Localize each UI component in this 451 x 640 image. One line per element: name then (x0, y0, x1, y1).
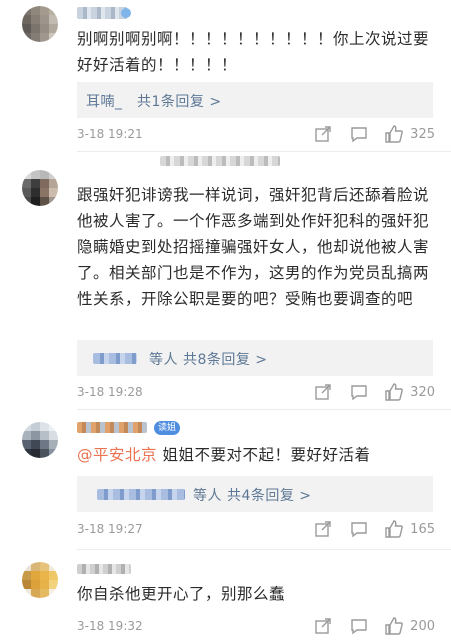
avatar[interactable] (22, 562, 58, 598)
comment-3: 读姐 @平安北京 姐姐不要对不起！要好好活着 等人 共4条回复 > 3-18 1… (0, 410, 451, 550)
comment-meta: 3-18 19:21 325 (77, 124, 435, 146)
reply-box[interactable]: 耳喃_ 共1条回复 > (77, 82, 433, 118)
comment-text: 别啊别啊别啊！！！！！！！！！！你上次说过要好好活着的！！！！！ (77, 30, 430, 74)
like-icon[interactable] (384, 124, 404, 144)
reply-count[interactable]: 共1条回复 > (137, 91, 222, 111)
username[interactable] (77, 7, 127, 19)
comment-icon[interactable] (349, 124, 369, 144)
comment-icon[interactable] (349, 382, 369, 402)
mention-link[interactable]: @平安北京 (77, 446, 157, 464)
comment-2: 跟强奸犯诽谤我一样说词，强奸犯背后还舔着脸说他被人害了。一个作恶多端到处作奸犯科… (0, 152, 451, 410)
reply-avatars[interactable] (97, 489, 185, 500)
avatar[interactable] (22, 6, 58, 42)
comment-meta: 3-18 19:28 320 (77, 382, 435, 404)
avatar[interactable] (22, 170, 58, 206)
reply-author[interactable]: 耳喃_ (86, 91, 123, 111)
reply-count[interactable]: 等人 共8条回复 > (149, 349, 268, 369)
comment-4: 你自杀他更开心了，别那么蠢 3-18 19:32 200 (0, 550, 451, 640)
reply-box[interactable]: 等人 共8条回复 > (77, 340, 433, 376)
avatar[interactable] (22, 422, 58, 458)
comment-meta: 3-18 19:27 165 (77, 519, 435, 541)
like-count: 325 (410, 127, 435, 142)
comment-body: 姐姐不要对不起！要好好活着 (157, 446, 371, 464)
timestamp: 3-18 19:32 (77, 619, 143, 633)
reply-count[interactable]: 等人 共4条回复 > (193, 485, 312, 505)
comment-text: 你自杀他更开心了，别那么蠢 (77, 585, 286, 603)
like-icon[interactable] (384, 616, 404, 636)
comment-meta: 3-18 19:32 200 (77, 616, 435, 638)
comment-text: 跟强奸犯诽谤我一样说词，强奸犯背后还舔着脸说他被人害了。一个作恶多端到处作奸犯科… (77, 186, 430, 308)
timestamp: 3-18 19:21 (77, 127, 143, 141)
like-icon[interactable] (384, 519, 404, 539)
reader-badge: 读姐 (154, 421, 181, 435)
comment-text: @平安北京 姐姐不要对不起！要好好活着 (77, 442, 435, 468)
share-icon[interactable] (313, 124, 333, 144)
timestamp: 3-18 19:27 (77, 522, 143, 536)
comment-icon[interactable] (349, 616, 369, 636)
reply-box[interactable]: 等人 共4条回复 > (77, 476, 433, 512)
comment-icon[interactable] (349, 519, 369, 539)
username[interactable] (160, 156, 280, 166)
like-count: 165 (410, 522, 435, 537)
like-icon[interactable] (384, 382, 404, 402)
share-icon[interactable] (313, 519, 333, 539)
verified-icon (121, 8, 131, 18)
like-count: 200 (410, 619, 435, 634)
reply-avatars[interactable] (93, 353, 137, 364)
comment-1: 别啊别啊别啊！！！！！！！！！！你上次说过要好好活着的！！！！！ 耳喃_ 共1条… (0, 0, 451, 152)
share-icon[interactable] (313, 382, 333, 402)
username[interactable] (77, 422, 147, 433)
share-icon[interactable] (313, 616, 333, 636)
like-count: 320 (410, 385, 435, 400)
timestamp: 3-18 19:28 (77, 385, 143, 399)
username[interactable] (77, 564, 131, 574)
